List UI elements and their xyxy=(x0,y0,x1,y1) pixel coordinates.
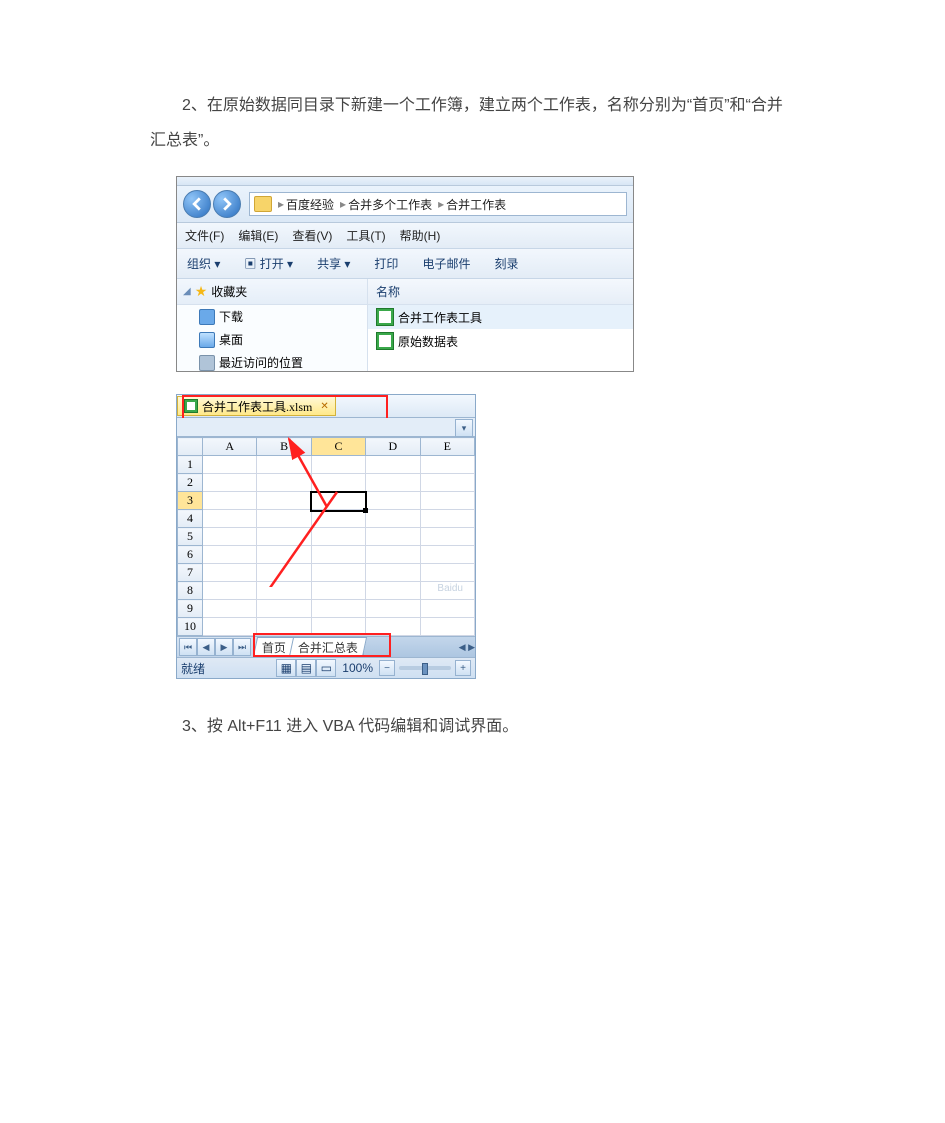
sidebar-downloads[interactable]: 下载 xyxy=(177,305,367,328)
step-3-paragraph: 3、按 Alt+F11 进入 VBA 代码编辑和调试界面。 xyxy=(150,709,795,744)
workbook-tab[interactable]: 合并工作表工具.xlsm ✕ xyxy=(177,396,336,416)
forward-button[interactable] xyxy=(213,190,241,218)
col-A[interactable]: A xyxy=(203,438,257,456)
window-titlebar xyxy=(177,177,633,186)
corner-cell[interactable] xyxy=(178,438,203,456)
downloads-icon xyxy=(199,309,215,325)
folder-icon xyxy=(254,196,272,212)
toolbar-email[interactable]: 电子邮件 xyxy=(422,255,470,272)
view-pagebreak-button[interactable]: ▭ xyxy=(316,659,336,677)
menu-edit[interactable]: 编辑(E) xyxy=(238,227,278,244)
excel-filetab-row: 合并工作表工具.xlsm ✕ xyxy=(177,395,475,418)
sidebar-recent[interactable]: 最近访问的位置 xyxy=(177,351,367,374)
file-row-2[interactable]: 原始数据表 xyxy=(368,329,633,353)
address-bar[interactable]: ▸ 百度经验 ▸ 合并多个工作表 ▸ 合并工作表 xyxy=(249,192,627,216)
excel-icon xyxy=(376,308,394,326)
formula-bar-area: ▾ xyxy=(177,418,475,437)
explorer-menubar: 文件(F) 编辑(E) 查看(V) 工具(T) 帮助(H) xyxy=(177,223,633,249)
breadcrumb-2[interactable]: 合并多个工作表 xyxy=(348,196,432,213)
status-text: 就绪 xyxy=(181,660,205,677)
sidebar-desktop[interactable]: 桌面 xyxy=(177,328,367,351)
explorer-sidebar: ◢ ★ 收藏夹 下载 桌面 最近访问的位置 xyxy=(177,279,368,371)
zoom-out-button[interactable]: − xyxy=(379,660,395,676)
spreadsheet-grid[interactable]: A B C D E 1 2 3 4 5 6 7 8 9 10 Baidu xyxy=(177,437,475,636)
sheet-nav-last[interactable]: ⏭ xyxy=(233,638,251,656)
explorer-nav-bar: ▸ 百度经验 ▸ 合并多个工作表 ▸ 合并工作表 xyxy=(177,186,633,223)
toolbar-share[interactable]: 共享 ▾ xyxy=(317,255,350,272)
step-2-paragraph: 2、在原始数据同目录下新建一个工作簿，建立两个工作表，名称分别为“首页”和“合并… xyxy=(150,88,795,158)
excel-icon xyxy=(376,332,394,350)
horizontal-scrollbar[interactable]: ◀ ▶ xyxy=(363,637,475,657)
menu-file[interactable]: 文件(F) xyxy=(185,227,224,244)
col-B[interactable]: B xyxy=(257,438,311,456)
star-icon: ★ xyxy=(195,283,208,300)
menu-help[interactable]: 帮助(H) xyxy=(400,227,441,244)
sidebar-favorites[interactable]: 收藏夹 xyxy=(211,283,247,300)
zoom-slider[interactable] xyxy=(399,666,451,670)
excel-window: 合并工作表工具.xlsm ✕ ▾ A B C D E 1 2 3 xyxy=(176,394,476,679)
sheet-tab-summary[interactable]: 合并汇总表 xyxy=(289,637,367,657)
sheet-nav-next[interactable]: ▶ xyxy=(215,638,233,656)
breadcrumb-3[interactable]: 合并工作表 xyxy=(446,196,506,213)
disclosure-icon[interactable]: ◢ xyxy=(183,286,191,297)
back-button[interactable] xyxy=(183,190,211,218)
sheet-nav-prev[interactable]: ◀ xyxy=(197,638,215,656)
zoom-value: 100% xyxy=(342,661,373,675)
recent-icon xyxy=(199,355,215,371)
explorer-toolbar: 组织 ▾ ▣ 打开 ▾ 共享 ▾ 打印 电子邮件 刻录 xyxy=(177,249,633,279)
toolbar-open[interactable]: ▣ 打开 ▾ xyxy=(244,255,293,272)
sheet-tab-bar: ⏮ ◀ ▶ ⏭ 首页 合并汇总表 ◀ ▶ xyxy=(177,636,475,657)
desktop-icon xyxy=(199,332,215,348)
menu-view[interactable]: 查看(V) xyxy=(292,227,332,244)
explorer-window: ▸ 百度经验 ▸ 合并多个工作表 ▸ 合并工作表 文件(F) 编辑(E) 查看(… xyxy=(176,176,634,372)
toolbar-organize[interactable]: 组织 ▾ xyxy=(187,255,220,272)
col-D[interactable]: D xyxy=(366,438,420,456)
breadcrumb-1[interactable]: 百度经验 xyxy=(286,196,334,213)
view-layout-button[interactable]: ▤ xyxy=(296,659,316,677)
menu-tools[interactable]: 工具(T) xyxy=(346,227,385,244)
sheet-nav-first[interactable]: ⏮ xyxy=(179,638,197,656)
file-row-1[interactable]: 合并工作表工具 xyxy=(368,305,633,329)
arrow-left-icon xyxy=(190,197,204,211)
formula-dropdown[interactable]: ▾ xyxy=(455,419,473,437)
col-C[interactable]: C xyxy=(311,438,365,456)
toolbar-burn[interactable]: 刻录 xyxy=(494,255,518,272)
zoom-in-button[interactable]: + xyxy=(455,660,471,676)
excel-status-bar: 就绪 ▦ ▤ ▭ 100% − + xyxy=(177,657,475,678)
view-normal-button[interactable]: ▦ xyxy=(276,659,296,677)
arrow-right-icon xyxy=(220,197,234,211)
toolbar-print[interactable]: 打印 xyxy=(374,255,398,272)
col-E[interactable]: E xyxy=(420,438,474,456)
close-icon[interactable]: ✕ xyxy=(320,401,328,412)
excel-icon xyxy=(184,399,198,413)
explorer-file-pane: 名称 合并工作表工具 原始数据表 xyxy=(368,279,633,371)
column-header-name[interactable]: 名称 xyxy=(368,279,633,305)
